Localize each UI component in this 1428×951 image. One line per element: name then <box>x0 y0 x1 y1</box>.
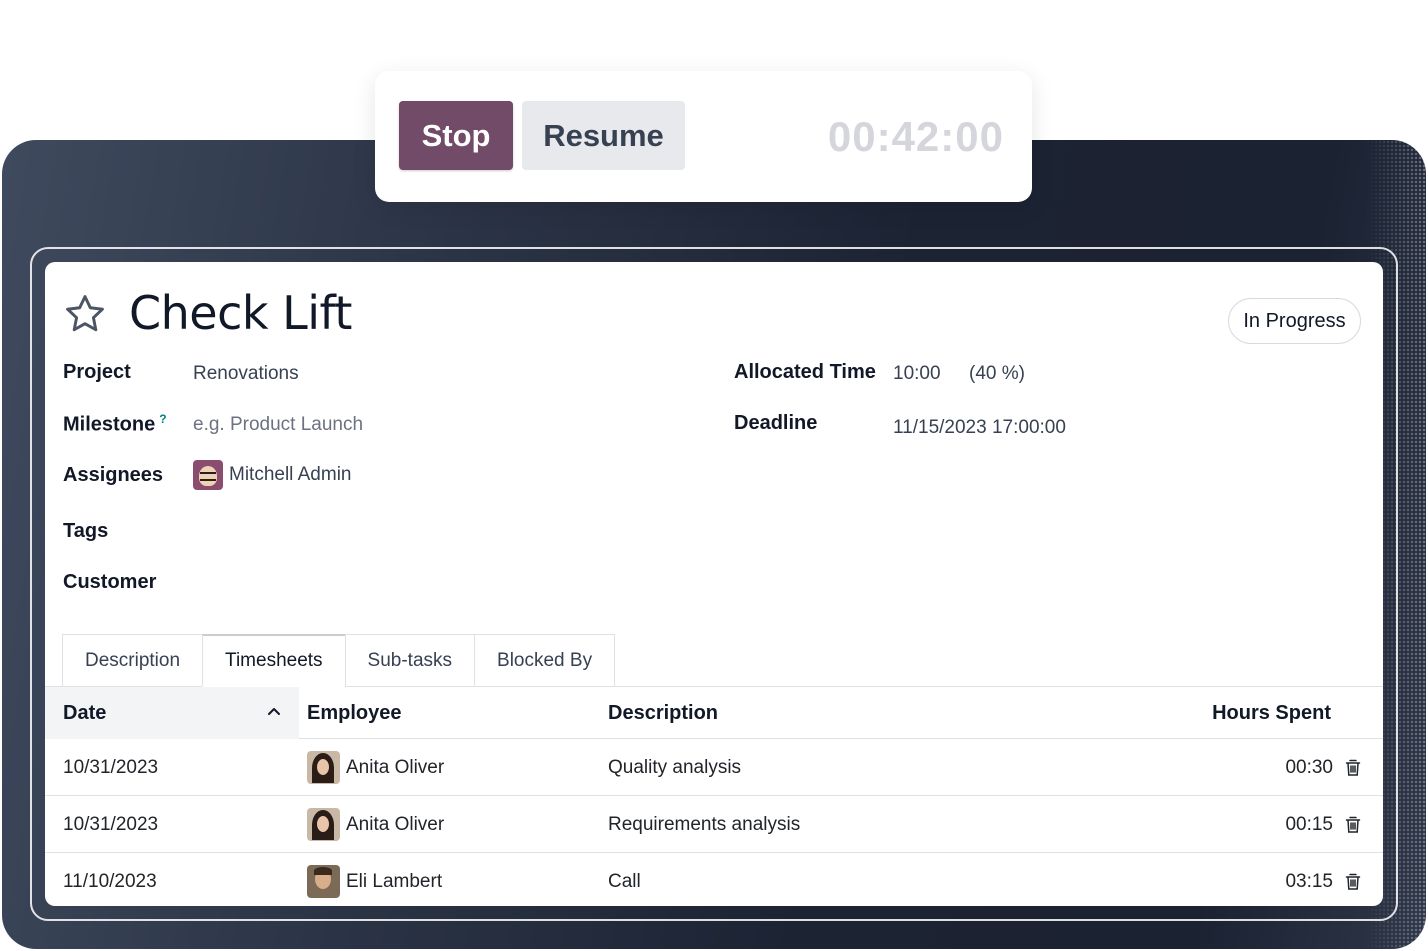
allocated-time-field[interactable]: 10:00 <box>893 363 941 385</box>
row-hours[interactable]: 03:15 <box>1285 853 1361 906</box>
customer-label: Customer <box>63 571 157 593</box>
deadline-label: Deadline <box>734 412 818 434</box>
column-employee[interactable]: Employee <box>307 702 401 725</box>
project-label: Project <box>63 361 131 383</box>
assignees-label: Assignees <box>63 464 164 486</box>
column-description[interactable]: Description <box>608 702 718 725</box>
employee-name: Eli Lambert <box>346 870 443 892</box>
table-row[interactable]: 10/31/2023 Anita Oliver Quality analysis… <box>45 739 1383 796</box>
hours-value: 00:15 <box>1285 813 1333 835</box>
hours-value: 00:30 <box>1285 756 1333 778</box>
stop-button[interactable]: Stop <box>399 101 513 170</box>
tab-description[interactable]: Description <box>62 634 204 687</box>
resume-button[interactable]: Resume <box>522 101 685 170</box>
task-form-sheet: Check Lift In Progress Project Renovatio… <box>45 262 1383 906</box>
notebook-tabs: Description Timesheets Sub-tasks Blocked… <box>62 634 616 687</box>
hours-value: 03:15 <box>1285 870 1333 892</box>
column-date[interactable]: Date <box>63 702 106 725</box>
avatar <box>307 808 340 841</box>
row-date[interactable]: 10/31/2023 <box>63 796 158 853</box>
milestone-label: Milestone? <box>63 412 167 437</box>
help-icon[interactable]: ? <box>159 412 166 426</box>
timer-elapsed: 00:42:00 <box>827 113 1004 160</box>
row-hours[interactable]: 00:30 <box>1285 739 1361 796</box>
star-icon[interactable] <box>63 292 107 336</box>
row-hours[interactable]: 00:15 <box>1285 796 1361 853</box>
row-employee[interactable]: Anita Oliver <box>307 739 444 796</box>
avatar <box>307 865 340 898</box>
chevron-up-icon[interactable] <box>266 703 282 719</box>
trash-icon[interactable] <box>1345 759 1361 777</box>
tab-sub-tasks[interactable]: Sub-tasks <box>344 634 476 687</box>
status-badge[interactable]: In Progress <box>1228 298 1361 344</box>
tab-timesheets[interactable]: Timesheets <box>202 634 346 687</box>
column-hours-spent[interactable]: Hours Spent <box>1212 702 1331 725</box>
assignees-field[interactable]: Mitchell Admin <box>193 460 352 490</box>
allocated-time-label: Allocated Time <box>734 361 876 383</box>
row-date[interactable]: 11/10/2023 <box>63 853 157 906</box>
deadline-field[interactable]: 11/15/2023 17:00:00 <box>893 417 1066 439</box>
milestone-label-text: Milestone <box>63 413 156 436</box>
tags-label: Tags <box>63 520 109 542</box>
avatar <box>193 460 223 490</box>
row-description[interactable]: Requirements analysis <box>608 796 800 853</box>
employee-name: Anita Oliver <box>346 756 445 778</box>
timer-card: Stop Resume 00:42:00 <box>375 71 1032 202</box>
row-employee[interactable]: Anita Oliver <box>307 796 444 853</box>
row-description[interactable]: Call <box>608 853 641 906</box>
trash-icon[interactable] <box>1345 873 1361 891</box>
milestone-field[interactable]: e.g. Product Launch <box>193 414 363 436</box>
timesheet-table-header: Date Employee Description Hours Spent <box>45 687 1383 739</box>
row-employee[interactable]: Eli Lambert <box>307 853 442 906</box>
trash-icon[interactable] <box>1345 816 1361 834</box>
row-date[interactable]: 10/31/2023 <box>63 739 158 796</box>
task-title[interactable]: Check Lift <box>129 286 352 340</box>
assignee-name: Mitchell Admin <box>229 464 352 486</box>
project-field[interactable]: Renovations <box>193 363 299 385</box>
avatar <box>307 751 340 784</box>
employee-name: Anita Oliver <box>346 813 445 835</box>
table-row[interactable]: 10/31/2023 Anita Oliver Requirements ana… <box>45 796 1383 853</box>
allocated-percent: (40 %) <box>969 363 1025 384</box>
row-description[interactable]: Quality analysis <box>608 739 741 796</box>
tab-blocked-by[interactable]: Blocked By <box>474 634 616 687</box>
table-row[interactable]: 11/10/2023 Eli Lambert Call 03:15 <box>45 853 1383 906</box>
